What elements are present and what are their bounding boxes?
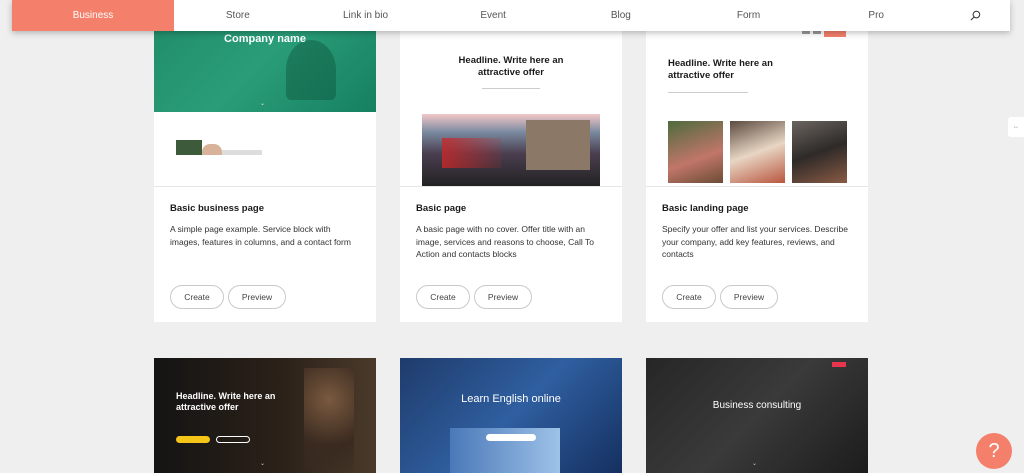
template-card[interactable]: Headline. Write here an attractive offer… — [154, 358, 376, 473]
template-thumbnail: Headline. Write here an attractive offer… — [154, 358, 376, 473]
preview-button[interactable]: Preview — [474, 285, 532, 309]
chevron-down-icon: ⌄ — [260, 461, 266, 467]
card-title: Basic business page — [170, 203, 264, 214]
card-description: Specify your offer and list your service… — [662, 224, 848, 259]
nav-tab-event[interactable]: Event — [429, 0, 557, 31]
create-button[interactable]: Create — [416, 285, 470, 309]
photo — [792, 121, 847, 183]
photo — [730, 121, 785, 183]
template-card-basic-page: Headline. Write here an attractive offer… — [400, 0, 622, 322]
template-thumbnail: Business consulting ⌄ — [646, 358, 868, 473]
preview-button[interactable]: Preview — [720, 285, 778, 309]
template-card[interactable]: Business consulting ⌄ — [646, 358, 868, 473]
thumb-heading: Business consulting — [712, 400, 802, 411]
top-nav: Business Store Link in bio Event Blog Fo… — [12, 0, 1010, 31]
thumb-heading: Headline. Write here an attractive offer — [458, 55, 564, 78]
template-card-basic-business: Company name ⌄ Basic business page A sim… — [154, 0, 376, 322]
thumb-heading: Learn English online — [461, 393, 561, 405]
card-description: A basic page with no cover. Offer title … — [416, 224, 594, 259]
preview-button[interactable]: Preview — [228, 285, 286, 309]
search-icon — [970, 10, 980, 21]
card-title: Basic page — [416, 203, 467, 214]
nav-tab-pro[interactable]: Pro — [812, 0, 940, 31]
side-collapse-tab[interactable]: ↔ — [1008, 117, 1024, 137]
chevron-down-icon: ⌄ — [260, 101, 266, 107]
thumb-heading: Headline. Write here an attractive offer — [176, 391, 276, 412]
card-description: A simple page example. Service block wit… — [170, 224, 351, 247]
card-title: Basic landing page — [662, 203, 749, 214]
create-button[interactable]: Create — [170, 285, 224, 309]
template-thumbnail: Learn English online — [400, 358, 622, 473]
nav-tab-blog[interactable]: Blog — [557, 0, 685, 31]
nav-tab-link-in-bio[interactable]: Link in bio — [302, 0, 430, 31]
street-photo — [422, 114, 600, 186]
chevron-down-icon: ⌄ — [752, 461, 758, 467]
photo — [668, 121, 723, 183]
nav-tab-form[interactable]: Form — [685, 0, 813, 31]
help-button[interactable]: ? — [976, 433, 1012, 469]
nav-tab-business[interactable]: Business — [12, 0, 174, 31]
thumb-heading: Headline. Write here an attractive offer — [668, 58, 773, 81]
search-button[interactable] — [940, 0, 1010, 31]
nav-tab-store[interactable]: Store — [174, 0, 302, 31]
arrows-icon: ↔ — [1013, 124, 1019, 130]
thumb-heading: Company name — [224, 33, 306, 45]
create-button[interactable]: Create — [662, 285, 716, 309]
template-card-basic-landing: Headline. Write here an attractive offer… — [646, 0, 868, 322]
template-card[interactable]: Learn English online — [400, 358, 622, 473]
